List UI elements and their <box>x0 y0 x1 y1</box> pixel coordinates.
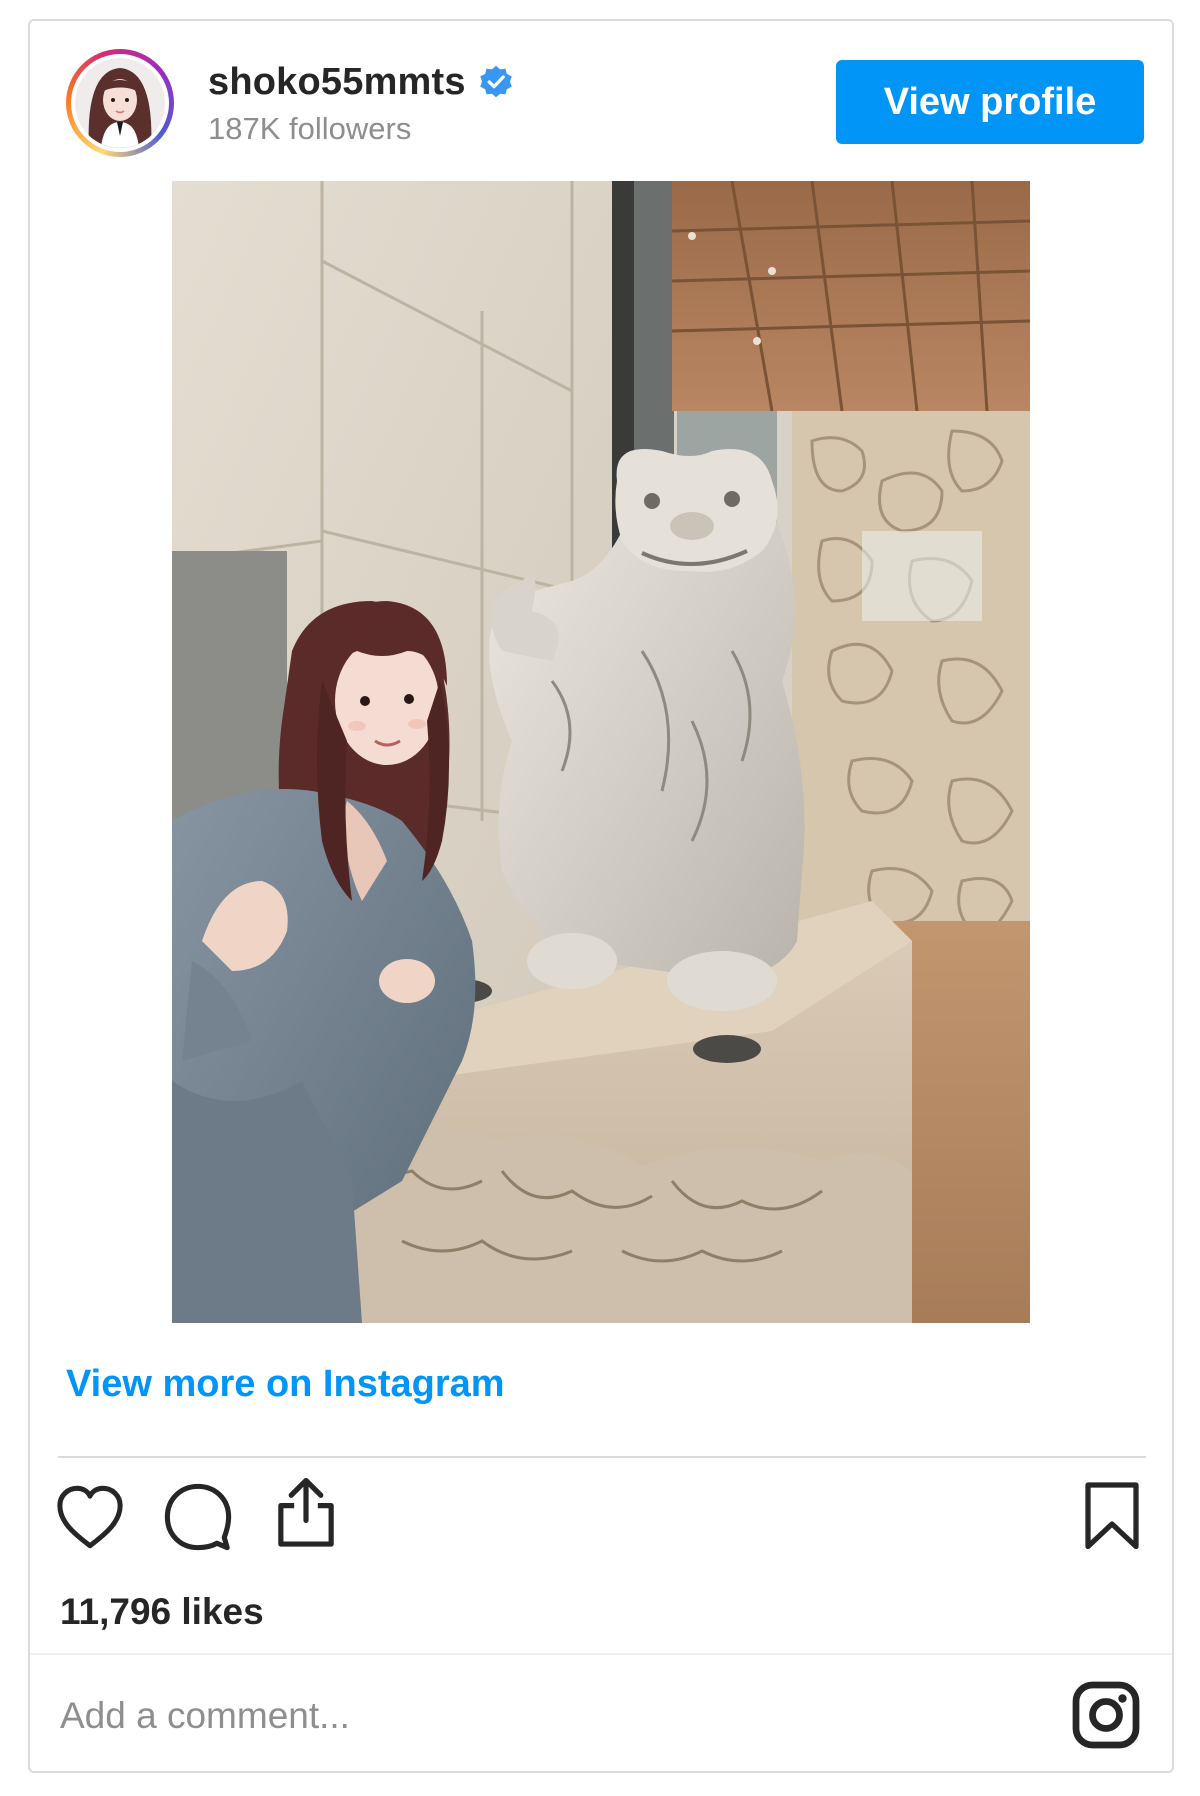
comment-button[interactable] <box>162 1481 234 1553</box>
instagram-logo-icon[interactable] <box>1070 1679 1142 1751</box>
verified-badge-icon <box>480 65 512 98</box>
like-button[interactable] <box>54 1481 126 1553</box>
username[interactable]: shoko55mmts <box>208 61 466 104</box>
comment-input[interactable] <box>60 1681 960 1751</box>
follower-count: 187K followers <box>208 111 412 146</box>
like-count: 11,796 likes <box>60 1591 264 1632</box>
view-more-on-instagram-link[interactable]: View more on Instagram <box>66 1363 505 1406</box>
heart-icon <box>57 1485 123 1549</box>
share-button[interactable] <box>270 1477 342 1549</box>
share-icon <box>278 1477 334 1547</box>
view-profile-button[interactable]: View profile <box>836 60 1144 144</box>
avatar <box>75 58 165 148</box>
instagram-embed-card: shoko55mmts 187K followers View profile <box>28 19 1174 1773</box>
avatar-story-ring[interactable] <box>66 49 174 157</box>
save-button[interactable] <box>1076 1479 1148 1551</box>
divider <box>58 1456 1146 1458</box>
comment-icon <box>164 1483 232 1551</box>
bookmark-icon <box>1085 1482 1139 1550</box>
comment-divider <box>30 1653 1172 1656</box>
post-image[interactable] <box>172 181 1030 1323</box>
